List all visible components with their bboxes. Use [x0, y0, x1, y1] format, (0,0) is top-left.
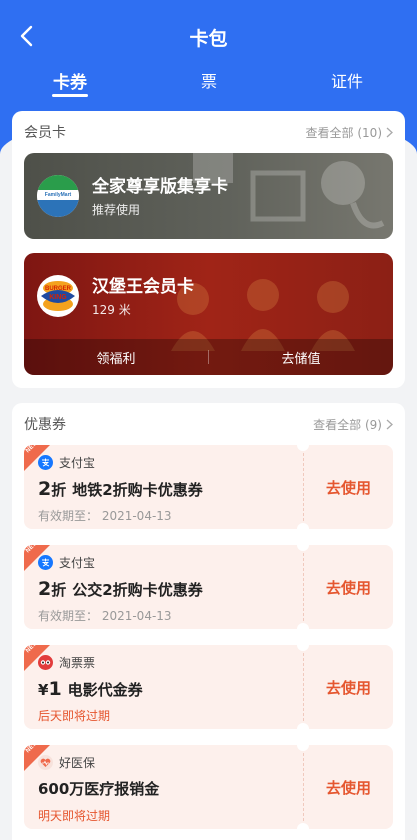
membership-header: 会员卡 查看全部 (10) — [24, 121, 393, 143]
burgerking-card-points: 129 米 — [92, 303, 131, 317]
familymart-card-subtitle: 推荐使用 — [92, 203, 141, 217]
tab-cards-coupons[interactable]: 卡券 — [53, 68, 87, 93]
coupon-amount: 2 — [38, 478, 52, 500]
coupon-provider: 淘票票 — [59, 656, 96, 670]
burgerking-logo-top: BURGER — [44, 286, 71, 292]
membership-view-all-link[interactable]: 查看全部 (10) — [306, 124, 393, 141]
coupon-name: 600万医疗报销金 — [38, 780, 160, 798]
coupon-amount: 2 — [38, 578, 52, 600]
tab-bar: 卡券 票 证件 — [0, 64, 417, 100]
familymart-logo: FamilyMart — [37, 175, 79, 217]
coupon-name: 地铁2折购卡优惠券 — [72, 481, 203, 499]
coupon-provider: 好医保 — [59, 756, 96, 770]
coupon-item[interactable]: NEW 淘票票 ¥1 电影代金券 后天即将过期 去使用 — [24, 639, 393, 735]
burgerking-card-name: 汉堡王会员卡 — [92, 277, 194, 297]
coupons-section: 优惠券 查看全部 (9) NEW 支付宝 2折 地铁2折购卡优惠券 有效期至： … — [12, 403, 405, 840]
coupon-provider: 支付宝 — [59, 456, 96, 470]
coupon-item[interactable]: NEW 好医保 600万医疗报销金 明天即将过期 去使用 — [24, 739, 393, 835]
coupon-unit: 折 — [51, 481, 67, 499]
burgerking-card[interactable]: BURGER KING 汉堡王会员卡 129 米 领福利 去储值 — [24, 253, 393, 375]
chevron-right-icon — [386, 127, 393, 137]
taopiaopiao-icon — [38, 655, 53, 670]
coupons-header: 优惠券 查看全部 (9) — [24, 413, 393, 435]
familymart-card[interactable]: FamilyMart 全家尊享版集享卡 推荐使用 — [24, 153, 393, 239]
coupons-view-all-label: 查看全部 (9) — [313, 417, 382, 432]
tab-tickets[interactable]: 票 — [201, 68, 217, 92]
membership-title: 会员卡 — [24, 125, 66, 141]
get-benefits-button[interactable]: 领福利 — [24, 348, 208, 367]
familymart-card-name: 全家尊享版集享卡 — [92, 177, 228, 197]
tab-ids[interactable]: 证件 — [331, 68, 363, 92]
familymart-logo-text: FamilyMart — [44, 192, 72, 198]
coupon-amount: 1 — [48, 678, 62, 700]
haoyibao-icon — [38, 755, 53, 770]
coupons-title: 优惠券 — [24, 417, 66, 433]
coupon-item[interactable]: NEW 支付宝 2折 地铁2折购卡优惠券 有效期至： 2021-04-13 去使… — [24, 439, 393, 535]
use-coupon-button[interactable]: 去使用 — [304, 645, 393, 729]
coupons-view-all-link[interactable]: 查看全部 (9) — [313, 416, 393, 433]
coupon-expiry: 有效期至： 2021-04-13 — [38, 609, 172, 623]
burgerking-logo: BURGER KING — [37, 275, 79, 317]
active-tab-indicator — [52, 94, 88, 97]
use-coupon-button[interactable]: 去使用 — [304, 545, 393, 629]
coupon-expiry: 明天即将过期 — [38, 809, 111, 823]
coupon-unit: 折 — [51, 581, 67, 599]
coupon-expiry: 有效期至： 2021-04-13 — [38, 509, 172, 523]
use-coupon-button[interactable]: 去使用 — [304, 745, 393, 829]
use-coupon-button[interactable]: 去使用 — [304, 445, 393, 529]
coupon-unit: ¥ — [38, 681, 49, 699]
coupon-name: 电影代金券 — [67, 681, 143, 699]
membership-section: 会员卡 查看全部 (10) FamilyMart 全家尊享版集享卡 推荐使用 B… — [12, 111, 405, 388]
top-up-button[interactable]: 去储值 — [209, 348, 393, 367]
nav-bar: 卡包 — [0, 14, 417, 58]
burgerking-logo-bottom: KING — [49, 294, 67, 301]
alipay-icon — [38, 455, 53, 470]
page-title: 卡包 — [189, 28, 228, 50]
chevron-right-icon — [386, 419, 393, 429]
coupon-provider: 支付宝 — [59, 556, 96, 570]
coupon-item[interactable]: NEW 支付宝 2折 公交2折购卡优惠券 有效期至： 2021-04-13 去使… — [24, 539, 393, 635]
membership-view-all-label: 查看全部 (10) — [305, 125, 382, 140]
coupon-name: 公交2折购卡优惠券 — [72, 581, 203, 599]
alipay-icon — [38, 555, 53, 570]
coupon-expiry: 后天即将过期 — [38, 709, 111, 723]
burgerking-card-actions: 领福利 去储值 — [24, 339, 393, 375]
